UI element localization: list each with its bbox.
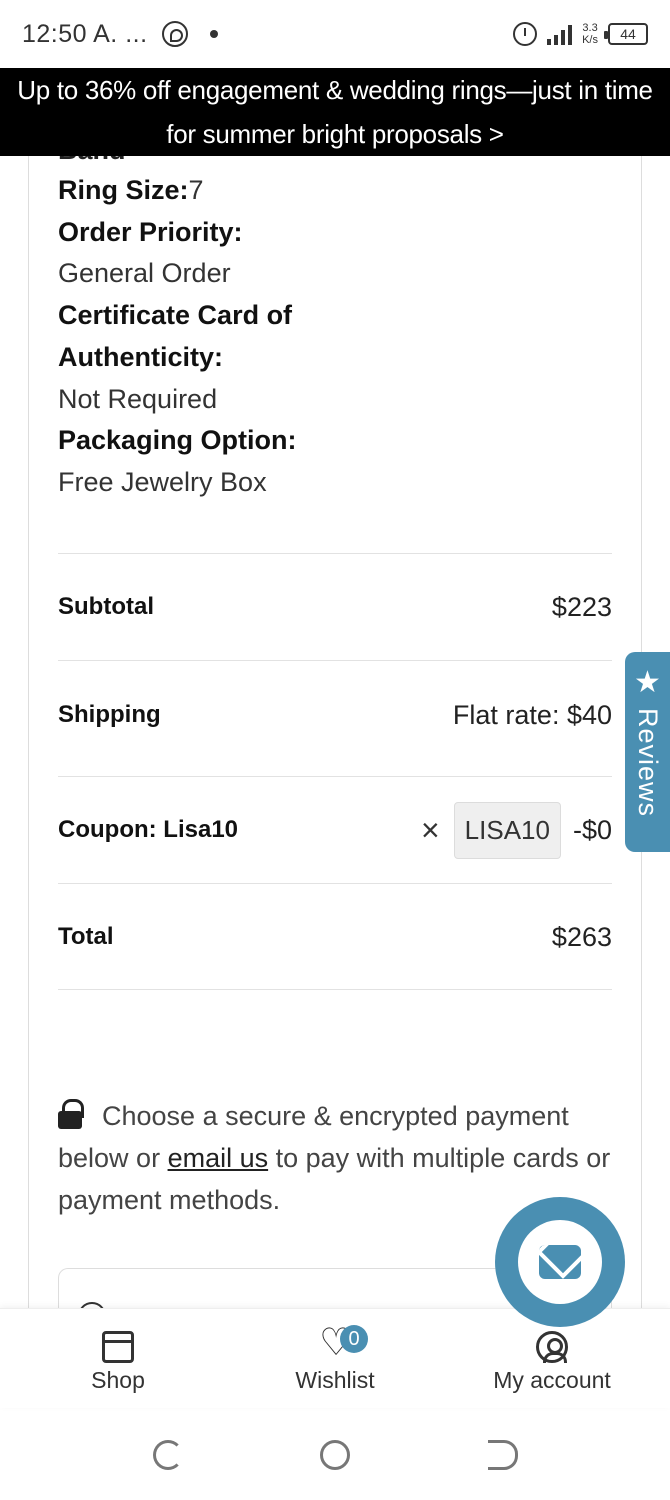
coupon-label: Coupon: Lisa10 [58, 816, 239, 843]
promo-text[interactable]: Up to 36% off engagement & wedding rings… [17, 75, 653, 149]
alarm-icon [513, 22, 538, 46]
nav-shop[interactable]: Shop [88, 1331, 148, 1394]
order-details: Ring Size:7 Order Priority: General Orde… [58, 170, 618, 504]
account-icon [536, 1331, 568, 1363]
ring-size-value: 7 [188, 175, 204, 205]
subtotal-row: Subtotal $223 [58, 585, 612, 629]
battery-level: 44 [620, 26, 636, 42]
speed-unit: K/s [582, 34, 598, 46]
promo-banner[interactable]: Up to 36% off engagement & wedding rings… [0, 68, 670, 156]
battery-icon: 44 [604, 23, 648, 45]
back-icon[interactable] [488, 1440, 518, 1470]
system-navigation-bar [0, 1408, 670, 1500]
star-icon: ★ [634, 666, 661, 699]
divider [58, 776, 612, 777]
reviews-tab[interactable]: ★ Reviews [625, 652, 670, 852]
order-priority-label: Order Priority: [58, 216, 243, 247]
whatsapp-icon [161, 21, 188, 47]
signal-icon [547, 23, 573, 45]
packaging-value: Free Jewelry Box [58, 466, 267, 497]
subtotal-label: Subtotal [58, 593, 154, 620]
home-icon[interactable] [320, 1440, 350, 1470]
status-time: 12:50 A. ... [22, 19, 148, 48]
shipping-label: Shipping [58, 701, 161, 728]
remove-coupon-icon[interactable]: × [421, 814, 440, 846]
speed-value: 3.3 [582, 22, 598, 34]
notification-dot-icon [209, 30, 218, 38]
shop-icon [102, 1331, 134, 1363]
chat-button-inner [518, 1220, 602, 1304]
envelope-icon [539, 1245, 581, 1279]
coupon-discount-value: -$0 [572, 814, 612, 845]
lock-icon [58, 1099, 84, 1129]
order-priority-value: General Order [58, 258, 231, 289]
total-value: $263 [551, 921, 612, 952]
packaging-label: Packaging Option: [58, 425, 297, 456]
ring-size-label: Ring Size: [58, 175, 189, 205]
certificate-value: Not Required [58, 383, 218, 414]
nav-shop-label: Shop [91, 1367, 145, 1393]
divider [58, 883, 612, 884]
subtotal-value: $223 [551, 591, 612, 622]
divider [58, 989, 612, 990]
recent-apps-icon[interactable] [153, 1440, 183, 1470]
status-bar: 12:50 A. ... 3.3 K/s 44 [0, 0, 670, 68]
total-row: Total $263 [58, 915, 612, 959]
coupon-row: Coupon: Lisa10 × LISA10 -$0 [58, 800, 612, 860]
divider [58, 660, 612, 661]
shipping-row: Shipping Flat rate: $40 [58, 693, 612, 737]
email-us-link[interactable]: email us [168, 1143, 269, 1173]
coupon-code-chip: LISA10 [453, 801, 561, 859]
wishlist-count-badge: 0 [340, 1325, 368, 1353]
total-label: Total [58, 923, 114, 950]
divider [58, 553, 612, 554]
chat-button[interactable] [495, 1197, 625, 1327]
nav-account-label: My account [493, 1367, 611, 1393]
coupon-value-group: × LISA10 -$0 [421, 801, 612, 859]
nav-wishlist-label: Wishlist [295, 1367, 375, 1393]
certificate-label: Certificate Card of Authenticity: [58, 300, 293, 372]
network-speed: 3.3 K/s [582, 22, 598, 46]
nav-my-account[interactable]: My account [490, 1331, 614, 1394]
shipping-value: Flat rate: $40 [452, 699, 612, 730]
reviews-label: Reviews [633, 708, 663, 818]
